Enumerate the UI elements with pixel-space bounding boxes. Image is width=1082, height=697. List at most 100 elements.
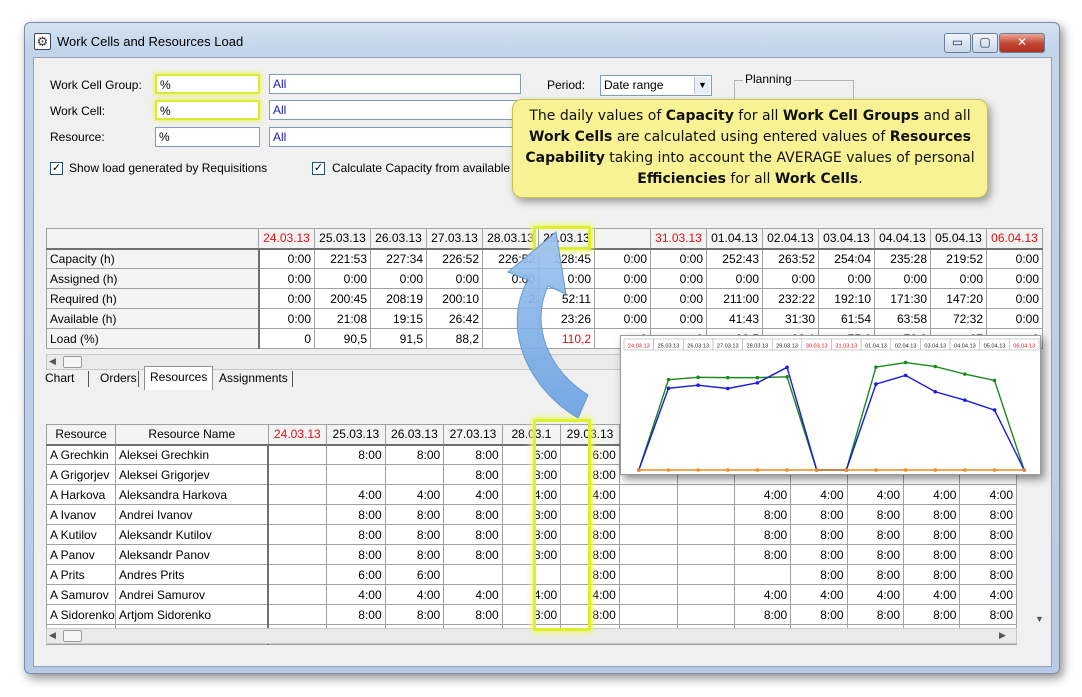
summary-cell[interactable]: 232:22 — [762, 288, 819, 309]
resource-hours-cell[interactable]: 8:00 — [959, 544, 1017, 565]
summary-cell[interactable]: 252:43 — [706, 248, 763, 269]
summary-cell[interactable]: 0:00 — [650, 288, 707, 309]
scroll-left-icon[interactable]: ◀ — [49, 630, 56, 641]
summary-cell[interactable]: 61:54 — [818, 308, 875, 329]
period-select[interactable]: Date range ▼ — [600, 75, 712, 96]
resource-name-cell[interactable]: Artjom Sidorenko — [114, 604, 270, 625]
summary-cell[interactable]: 200:45 — [314, 288, 371, 309]
scroll-down-icon[interactable]: ▼ — [1035, 614, 1044, 624]
resource-code-cell[interactable]: A Harkova — [46, 484, 116, 505]
summary-cell[interactable]: 0:00 — [370, 268, 427, 289]
resource-code-cell[interactable]: A Sidorenko — [46, 604, 116, 625]
resource-hours-cell[interactable]: 8:00 — [790, 544, 848, 565]
summary-cell[interactable]: 0:00 — [706, 268, 763, 289]
resource-code-cell[interactable]: A Grechkin — [46, 444, 116, 465]
resource-name-cell[interactable]: Aleksandra Harkova — [114, 484, 270, 505]
resource-code-cell[interactable]: A Panov — [46, 544, 116, 565]
resource-hours-cell[interactable]: 6:00 — [326, 564, 386, 585]
tab-assignments[interactable]: Assignments — [214, 368, 293, 390]
resource-hours-cell[interactable] — [267, 464, 328, 485]
summary-cell[interactable]: 63:58 — [874, 308, 931, 329]
resource-hours-cell[interactable] — [267, 484, 328, 505]
summary-cell[interactable]: 21:08 — [314, 308, 371, 329]
summary-cell[interactable]: 221:53 — [314, 248, 371, 269]
resource-hours-cell[interactable]: 8:00 — [790, 604, 848, 625]
resource-hours-cell[interactable]: 8:00 — [384, 524, 445, 545]
date-header[interactable]: 25.03.13 — [314, 228, 371, 250]
work-cell-group-name-input[interactable]: All — [269, 74, 521, 94]
work-cell-code-input[interactable]: % — [155, 100, 260, 120]
resource-code-cell[interactable]: A Samurov — [46, 584, 116, 605]
resource-name-cell[interactable]: Aleksandr Kutilov — [114, 524, 270, 545]
resource-hours-cell[interactable]: 8:00 — [903, 564, 961, 585]
summary-cell[interactable]: 0:00 — [258, 268, 315, 289]
resource-name-cell[interactable]: Andrei Samurov — [114, 584, 270, 605]
resource-hours-cell[interactable]: 4:00 — [903, 584, 961, 605]
resource-hours-cell[interactable]: 8:00 — [326, 524, 386, 545]
resource-name-cell[interactable]: Andres Prits — [114, 564, 270, 585]
resource-hours-cell[interactable]: 8:00 — [326, 504, 386, 525]
resource-name-cell[interactable]: Andrei Ivanov — [114, 504, 270, 525]
resource-hours-cell[interactable]: 4:00 — [959, 484, 1017, 505]
calc-capacity-checkbox[interactable]: ✓ — [312, 162, 325, 175]
resource-hours-cell[interactable] — [677, 604, 735, 625]
resource-hours-cell[interactable]: 8:00 — [846, 604, 905, 625]
summary-cell[interactable]: 0:00 — [650, 308, 707, 329]
resource-hours-cell[interactable]: 4:00 — [326, 584, 386, 605]
summary-cell[interactable]: 0:00 — [258, 288, 315, 309]
minimize-button[interactable]: ▭ — [944, 33, 971, 53]
summary-cell[interactable]: 41:43 — [706, 308, 763, 329]
date-header[interactable]: 01.04.13 — [706, 228, 763, 250]
resource-hours-cell[interactable]: 8:00 — [733, 544, 792, 565]
summary-cell[interactable]: 90,5 — [314, 328, 371, 349]
resource-hours-cell[interactable]: 4:00 — [384, 584, 445, 605]
resource-hours-cell[interactable]: 8:00 — [384, 444, 445, 465]
date-header[interactable]: 26.03.13 — [370, 228, 427, 250]
tab-chart[interactable]: Chart — [40, 368, 79, 390]
summary-cell[interactable]: 31:30 — [762, 308, 819, 329]
summary-cell[interactable]: 211:00 — [706, 288, 763, 309]
summary-cell[interactable]: 72:32 — [930, 308, 987, 329]
resource-hours-cell[interactable]: 8:00 — [326, 444, 386, 465]
date-header[interactable]: 05.04.13 — [930, 228, 987, 250]
summary-cell[interactable]: 0:00 — [258, 248, 315, 269]
date-header[interactable]: 25.03.13 — [326, 424, 386, 446]
resource-hours-cell[interactable]: 4:00 — [846, 484, 905, 505]
summary-cell[interactable]: 0:00 — [986, 308, 1043, 329]
work-cell-name-input[interactable]: All — [269, 100, 521, 120]
resource-code-cell[interactable]: A Grigorjev — [46, 464, 116, 485]
summary-cell[interactable]: 192:10 — [818, 288, 875, 309]
resource-hours-cell[interactable]: 4:00 — [790, 584, 848, 605]
resource-hours-cell[interactable]: 8:00 — [959, 604, 1017, 625]
resource-hours-cell[interactable]: 8:00 — [846, 504, 905, 525]
work-cell-group-code-input[interactable]: % — [155, 74, 260, 94]
resource-hours-cell[interactable]: 4:00 — [846, 584, 905, 605]
resource-hours-cell[interactable] — [326, 464, 386, 485]
resource-hours-cell[interactable]: 8:00 — [903, 604, 961, 625]
tab-orders[interactable]: Orders — [95, 368, 142, 390]
resource-hours-cell[interactable] — [677, 484, 735, 505]
resource-hours-cell[interactable] — [267, 584, 328, 605]
resource-code-cell[interactable]: A Kutilov — [46, 524, 116, 545]
summary-cell[interactable]: 219:52 — [930, 248, 987, 269]
summary-cell[interactable]: 0:00 — [650, 268, 707, 289]
resource-hours-cell[interactable]: 4:00 — [959, 584, 1017, 605]
summary-cell[interactable]: 0:00 — [986, 248, 1043, 269]
date-header[interactable]: 03.04.13 — [818, 228, 875, 250]
scroll-right-icon[interactable]: ▶ — [999, 630, 1006, 641]
resource-hours-cell[interactable]: 8:00 — [733, 504, 792, 525]
resource-hours-cell[interactable]: 8:00 — [903, 524, 961, 545]
resource-hours-cell[interactable]: 8:00 — [959, 504, 1017, 525]
resource-name-cell[interactable]: Aleksei Grigorjev — [114, 464, 270, 485]
resource-hours-cell[interactable]: 4:00 — [903, 484, 961, 505]
maximize-button[interactable]: ▢ — [972, 33, 998, 53]
column-header[interactable]: Resource — [46, 424, 116, 446]
resource-hours-cell[interactable]: 8:00 — [903, 504, 961, 525]
resource-name-input[interactable]: All — [269, 127, 521, 147]
resource-hours-cell[interactable] — [677, 584, 735, 605]
summary-cell[interactable]: 208:19 — [370, 288, 427, 309]
close-button[interactable]: ✕ — [999, 33, 1045, 53]
resource-hours-cell[interactable] — [267, 544, 328, 565]
date-header[interactable]: 24.03.13 — [267, 424, 328, 446]
date-header[interactable]: 04.04.13 — [874, 228, 931, 250]
